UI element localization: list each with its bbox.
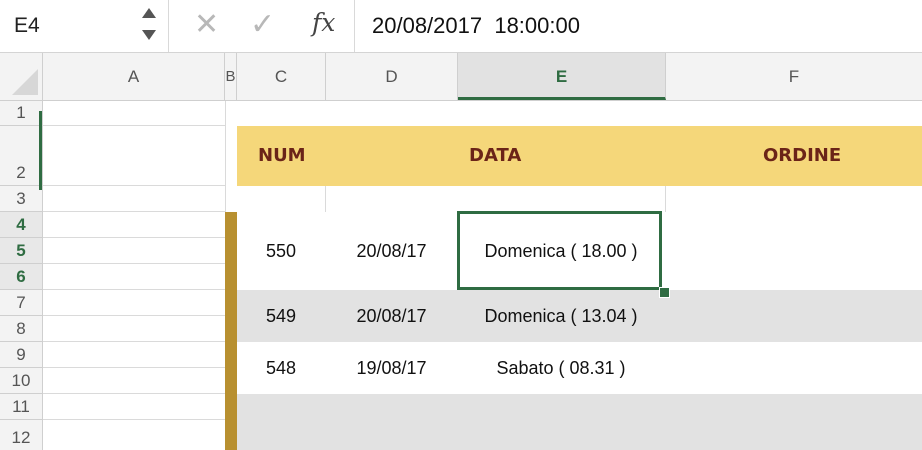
cell-num[interactable]: 549: [237, 290, 325, 342]
confirm-icon[interactable]: ✓: [250, 8, 275, 42]
gridline: [43, 341, 225, 342]
gridline: [43, 289, 225, 290]
sheet-grid[interactable]: NUM DATA ORDINE 550 20/08/17 Domenica ( …: [43, 101, 922, 450]
header-num: NUM: [258, 145, 306, 166]
row-header-bar: 1 2 3 4 5 6 7 8 9 10 11 12: [0, 101, 43, 450]
column-header-bar: A B C D E F: [0, 53, 922, 101]
cell-date[interactable]: 19/08/17: [325, 342, 458, 394]
cell-num[interactable]: 550: [237, 225, 325, 277]
cell-day[interactable]: Sabato ( 08.31 ): [457, 342, 665, 394]
gridline: [665, 186, 666, 212]
formula-bar: E4 ✕ ✓ fx 20/08/2017 18:00:00: [0, 0, 922, 53]
gridline: [43, 237, 225, 238]
chevron-up-icon[interactable]: [142, 8, 156, 18]
row-header-2[interactable]: 2: [0, 126, 42, 186]
gridline: [43, 263, 225, 264]
cell-num[interactable]: 548: [237, 342, 325, 394]
column-header-a[interactable]: A: [43, 53, 225, 100]
gridline: [43, 367, 225, 368]
column-header-f[interactable]: F: [666, 53, 922, 100]
row-header-11[interactable]: 11: [0, 394, 42, 420]
column-header-b[interactable]: B: [225, 53, 237, 100]
gridline: [43, 211, 225, 212]
cell-date[interactable]: 20/08/17: [325, 290, 458, 342]
gridline: [43, 125, 225, 126]
column-header-e[interactable]: E: [458, 53, 666, 100]
row-header-8[interactable]: 8: [0, 316, 42, 342]
row-header-7[interactable]: 7: [0, 290, 42, 316]
row-header-9[interactable]: 9: [0, 342, 42, 368]
row-header-12[interactable]: 12: [0, 420, 42, 450]
gold-side-bar: [225, 212, 237, 450]
gridline: [43, 393, 225, 394]
name-box-stepper[interactable]: [140, 6, 158, 44]
header-ordine: ORDINE: [763, 145, 842, 166]
row-header-6[interactable]: 6: [0, 264, 42, 290]
fx-icon[interactable]: fx: [312, 8, 335, 37]
row-header-10[interactable]: 10: [0, 368, 42, 394]
row-band: [237, 394, 922, 450]
row-header-1[interactable]: 1: [0, 101, 42, 126]
divider: [168, 0, 169, 52]
row-header-4[interactable]: 4: [0, 212, 42, 238]
column-header-c[interactable]: C: [237, 53, 326, 100]
header-data: DATA: [469, 145, 522, 166]
cell-day[interactable]: Domenica ( 18.00 ): [457, 225, 665, 277]
gridline: [325, 186, 326, 212]
column-header-d[interactable]: D: [326, 53, 458, 100]
cancel-icon[interactable]: ✕: [194, 8, 219, 42]
cell-day[interactable]: Domenica ( 13.04 ): [457, 290, 665, 342]
gridline: [43, 315, 225, 316]
formula-input[interactable]: 20/08/2017 18:00:00: [372, 13, 580, 39]
row-header-5[interactable]: 5: [0, 238, 42, 264]
divider: [354, 0, 355, 52]
gridline: [43, 185, 225, 186]
active-row-marker: [39, 111, 42, 190]
row-header-3[interactable]: 3: [0, 186, 42, 212]
select-all-button[interactable]: [0, 53, 43, 100]
cell-date[interactable]: 20/08/17: [325, 225, 458, 277]
gridline: [43, 419, 225, 420]
name-box[interactable]: E4: [14, 14, 40, 38]
chevron-down-icon[interactable]: [142, 30, 156, 40]
